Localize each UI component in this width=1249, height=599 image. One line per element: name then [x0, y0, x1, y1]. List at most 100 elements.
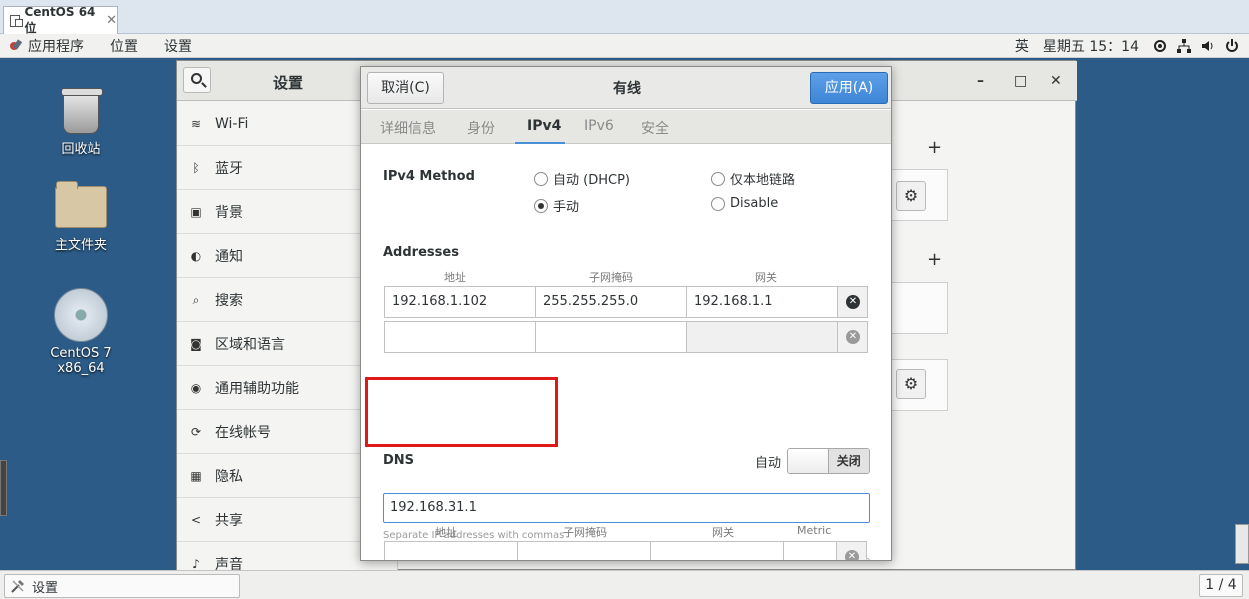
bottom-taskbar: 设置 1 / 4	[0, 570, 1249, 599]
radio-label: 仅本地链路	[730, 173, 796, 188]
tab-identity[interactable]: 身份	[467, 118, 495, 138]
radio-manual[interactable]: 手动	[534, 196, 579, 215]
route-gateway-input[interactable]	[650, 541, 784, 560]
tab-details[interactable]: 详细信息	[380, 118, 436, 138]
sidebar-item-label: 通知	[215, 248, 243, 265]
wifi-icon: ≋	[190, 116, 202, 131]
sound-icon: ♪	[192, 556, 200, 571]
route-metric-input[interactable]	[783, 541, 837, 560]
active-tab-indicator	[515, 142, 565, 144]
input-method-indicator[interactable]: 英	[1015, 36, 1029, 56]
desktop-icon-label: 回收站	[61, 142, 101, 157]
tab-ipv4[interactable]: IPv4	[527, 118, 561, 134]
address-input[interactable]	[384, 321, 536, 353]
route-address-input[interactable]	[384, 541, 518, 560]
menu-applications[interactable]: 应用程序	[28, 36, 84, 56]
dns-hint: Separate IP addresses with commas	[383, 530, 565, 541]
route-netmask-input[interactable]	[517, 541, 651, 560]
gateway-input[interactable]: 192.168.1.1	[686, 286, 838, 318]
address-input[interactable]: 192.168.1.102	[384, 286, 536, 318]
network-settings-icon[interactable]	[1153, 39, 1167, 53]
tab-ipv6[interactable]: IPv6	[584, 118, 614, 134]
maximize-button[interactable]: □	[1014, 73, 1027, 89]
desktop-icon-label-2: x86_64	[57, 361, 105, 376]
switch-knob	[788, 449, 829, 473]
minimize-button[interactable]: –	[977, 73, 984, 89]
desktop-icon-label: 主文件夹	[54, 238, 107, 253]
tab-security[interactable]: 安全	[641, 118, 669, 138]
dns-input[interactable]: 192.168.31.1	[383, 493, 870, 523]
remove-address-button[interactable]: ✕	[837, 286, 868, 318]
privacy-icon: ▦	[190, 468, 202, 483]
applications-icon	[8, 39, 22, 53]
home-folder-icon	[55, 181, 107, 228]
dns-auto-switch[interactable]: 关闭	[787, 448, 870, 474]
column-header-address: 地址	[435, 526, 457, 539]
workspace-pager[interactable]: 1 / 4	[1199, 574, 1243, 597]
notification-icon: ◐	[190, 248, 202, 263]
add-connection-button[interactable]: +	[927, 137, 942, 158]
gear-icon[interactable]: ⚙	[896, 369, 926, 399]
desktop-icon-home[interactable]: 主文件夹	[41, 181, 121, 253]
settings-search-button[interactable]	[183, 67, 211, 93]
settings-title: 设置	[273, 74, 304, 92]
netmask-input[interactable]: 255.255.255.0	[535, 286, 687, 318]
addresses-label: Addresses	[383, 245, 459, 260]
sidebar-item-label: 共享	[215, 512, 243, 529]
vm-tab[interactable]: CentOS 64 位 ✕	[3, 5, 118, 35]
desktop-icon-label: CentOS 7	[50, 346, 112, 361]
switch-state-label: 关闭	[828, 449, 869, 473]
close-icon[interactable]: ✕	[106, 13, 117, 28]
remove-route-button[interactable]: ✕	[836, 541, 867, 560]
volume-icon[interactable]	[1201, 39, 1215, 53]
desktop-icon-trash[interactable]: 回收站	[41, 88, 121, 157]
gateway-input[interactable]	[686, 321, 838, 353]
remove-address-button[interactable]: ✕	[837, 321, 868, 353]
share-icon: <	[190, 512, 202, 527]
apply-button[interactable]: 应用(A)	[810, 72, 888, 104]
add-vpn-button[interactable]: +	[927, 249, 942, 270]
address-row: ✕	[384, 321, 869, 353]
radio-dhcp[interactable]: 自动 (DHCP)	[534, 169, 630, 188]
sidebar-item-label: Wi-Fi	[215, 115, 249, 132]
clock[interactable]: 星期五 15：14	[1043, 36, 1139, 56]
menu-places[interactable]: 位置	[110, 36, 138, 56]
taskbar-item-settings[interactable]: 设置	[4, 574, 240, 598]
dialog-tabs: 详细信息 身份 IPv4 IPv6 安全	[361, 110, 891, 144]
workspace-switcher-handle[interactable]	[1235, 524, 1249, 564]
route-row: ✕	[384, 541, 869, 560]
vm-tab-label: CentOS 64 位	[24, 5, 96, 35]
column-header-gateway: 网关	[755, 271, 777, 284]
vpn-card	[891, 282, 948, 334]
sidebar-item-label: 区域和语言	[215, 336, 285, 353]
radio-label: 自动 (DHCP)	[553, 173, 630, 188]
column-header-netmask: 子网掩码	[589, 271, 633, 284]
vm-tab-bar: CentOS 64 位 ✕	[0, 0, 1249, 35]
highlight-annotation-box	[365, 377, 558, 447]
sidebar-item-label: 隐私	[215, 468, 243, 485]
wired-network-icon[interactable]	[1177, 39, 1191, 53]
desktop-icon-cdrom[interactable]: CentOS 7 x86_64	[41, 288, 121, 376]
search-icon	[191, 73, 202, 84]
radio-disable[interactable]: Disable	[711, 196, 778, 211]
radio-button	[711, 171, 725, 186]
radio-link-local[interactable]: 仅本地链路	[711, 169, 795, 188]
accessibility-icon: ◉	[190, 380, 202, 395]
power-icon[interactable]	[1225, 39, 1239, 53]
tools-icon	[11, 580, 24, 593]
sidebar-item-label: 在线帐号	[215, 424, 271, 441]
radio-button	[534, 171, 548, 186]
sidebar-item-label: 搜索	[215, 292, 243, 309]
gear-icon[interactable]: ⚙	[896, 181, 926, 211]
bluetooth-icon: ᛒ	[192, 160, 200, 175]
column-header-metric: Metric	[797, 524, 832, 537]
close-button[interactable]: ✕	[1050, 73, 1062, 89]
radio-label: 手动	[553, 200, 580, 215]
netmask-input[interactable]	[535, 321, 687, 353]
side-panel-handle	[0, 460, 7, 516]
radio-button	[711, 196, 725, 211]
column-header-address: 地址	[444, 271, 466, 284]
background-icon: ▣	[190, 204, 202, 219]
sidebar-item-label: 通用辅助功能	[215, 380, 299, 397]
menu-settings[interactable]: 设置	[164, 36, 192, 56]
